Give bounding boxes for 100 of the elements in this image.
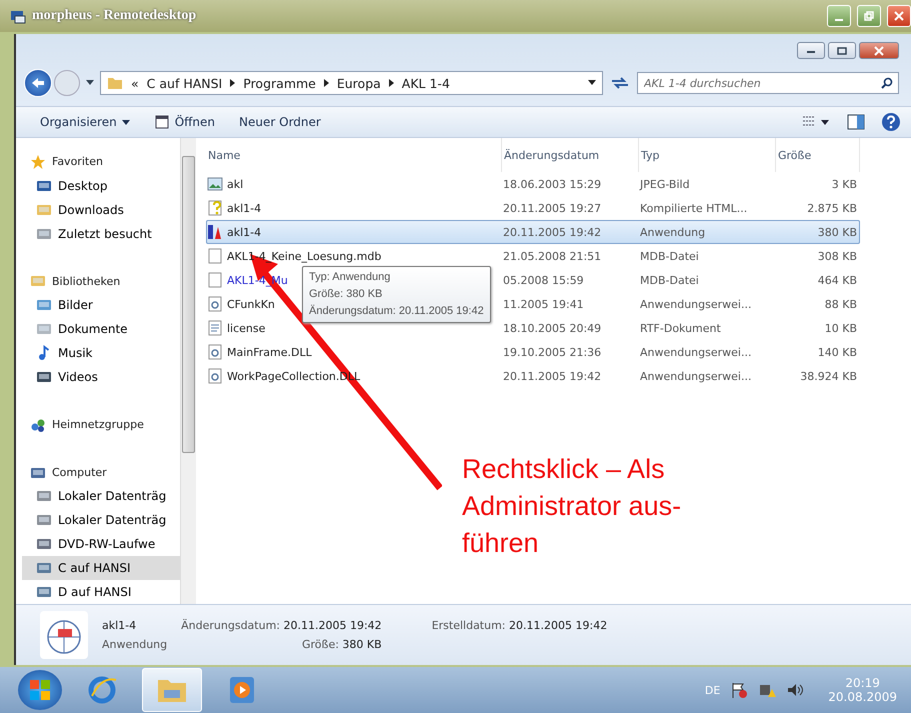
sidebar-group[interactable]: Favoriten bbox=[52, 155, 103, 168]
separator-arrow-icon[interactable] bbox=[388, 79, 394, 87]
type-cell-text: Anwendungserwei... bbox=[640, 298, 752, 310]
detail-name: akl1-4 bbox=[102, 619, 138, 632]
back-button[interactable] bbox=[24, 69, 52, 97]
maximize-button[interactable] bbox=[828, 42, 856, 59]
gear-file-icon bbox=[207, 344, 223, 360]
toolbar-button[interactable]: Neuer Ordner bbox=[235, 113, 325, 131]
type-cell-text: Kompilierte HTML... bbox=[640, 202, 748, 214]
play-icon bbox=[229, 676, 255, 704]
sidebar-item[interactable]: C auf HANSI bbox=[22, 556, 180, 580]
date-cell-text: 21.05.2008 21:51 bbox=[503, 250, 602, 262]
sidebar-item[interactable]: Lokaler Datenträg bbox=[22, 508, 180, 532]
note-icon bbox=[36, 345, 52, 362]
separator-arrow-icon[interactable] bbox=[324, 79, 329, 87]
globe-logo-icon bbox=[40, 611, 88, 659]
help-file-icon bbox=[207, 200, 223, 216]
type-cell-text: Anwendung bbox=[640, 226, 706, 238]
sidebar-item[interactable]: Musik bbox=[22, 341, 180, 366]
date-cell-text: 20.11.2005 19:27 bbox=[503, 202, 602, 214]
date-cell-text: 20.11.2005 19:42 bbox=[503, 226, 602, 238]
close-button[interactable] bbox=[859, 42, 899, 59]
caret-icon[interactable] bbox=[86, 80, 94, 86]
toolbar-button[interactable]: Öffnen bbox=[150, 112, 220, 132]
separator-arrow-icon[interactable] bbox=[230, 79, 236, 87]
column-header[interactable]: Größe bbox=[776, 138, 860, 172]
sidebar-item[interactable]: Lokaler Datenträg bbox=[22, 484, 180, 508]
date-cell-text: 18.10.2005 20:49 bbox=[503, 322, 602, 334]
restore-icon bbox=[864, 11, 874, 21]
blank-file-icon bbox=[207, 248, 223, 264]
size-cell-text: 38.924 KB bbox=[799, 370, 858, 382]
sidebar-item[interactable]: Zuletzt besucht bbox=[22, 222, 180, 246]
file-name: license bbox=[227, 322, 266, 334]
date-cell-text: 19.10.2005 21:36 bbox=[503, 346, 602, 358]
star-icon bbox=[30, 154, 46, 170]
taskbar-app[interactable] bbox=[142, 668, 202, 712]
sidebar-item[interactable]: Videos bbox=[22, 365, 180, 389]
column-header[interactable]: Änderungsdatum bbox=[502, 138, 639, 172]
toolbar-button[interactable]: Organisieren bbox=[36, 113, 134, 131]
detail-field: Änderungsdatum: 20.11.2005 19:42 bbox=[181, 619, 382, 632]
type-cell-text: Anwendungserwei... bbox=[640, 346, 752, 358]
sidebar-item[interactable]: Dokumente bbox=[22, 317, 180, 342]
detail-field: Erstelldatum: 20.11.2005 19:42 bbox=[432, 619, 608, 632]
address-bar[interactable]: « C auf HANSI Programme Europa AKL 1-4 bbox=[100, 71, 603, 95]
close-icon bbox=[894, 11, 904, 21]
maximize-icon bbox=[837, 46, 847, 54]
gear-file-icon bbox=[207, 368, 223, 384]
size-cell-text: 464 KB bbox=[816, 274, 858, 286]
size-cell-text: 308 KB bbox=[816, 250, 858, 262]
application-icon bbox=[207, 224, 223, 240]
search-icon[interactable] bbox=[881, 77, 893, 89]
preview-pane-icon[interactable] bbox=[847, 114, 865, 130]
date-cell-text: 11.2005 19:41 bbox=[503, 298, 585, 310]
breadcrumb[interactable]: AKL 1-4 bbox=[402, 76, 450, 90]
type-cell-text: MDB-Datei bbox=[640, 250, 700, 262]
date-cell-text: 20.11.2005 19:42 bbox=[503, 370, 602, 382]
remote-desktop-icon bbox=[10, 8, 26, 24]
overflow-chevron[interactable]: « bbox=[131, 76, 139, 90]
file-name: MainFrame.DLL bbox=[227, 346, 312, 358]
column-header[interactable]: Name bbox=[206, 138, 502, 172]
window-icon bbox=[154, 114, 170, 130]
column-header[interactable]: Typ bbox=[639, 138, 776, 172]
sidebar-item[interactable]: Desktop bbox=[22, 174, 180, 198]
blank-file-icon bbox=[207, 272, 223, 288]
file-name: akl1-4 bbox=[227, 202, 262, 214]
file-name: akl1-4 bbox=[227, 226, 262, 238]
detail-type: Anwendung bbox=[102, 638, 168, 651]
minimize-icon bbox=[835, 19, 843, 21]
scrollbar[interactable] bbox=[180, 138, 196, 604]
start-button[interactable] bbox=[18, 670, 62, 710]
breadcrumb[interactable]: C auf HANSI bbox=[146, 76, 222, 90]
type-cell-text: MDB-Datei bbox=[640, 274, 700, 286]
type-cell-text: Anwendungserwei... bbox=[640, 370, 752, 382]
breadcrumb[interactable]: Programme bbox=[243, 76, 316, 90]
tooltip-line: Größe: 380 KB bbox=[309, 287, 384, 302]
size-cell-text: 140 KB bbox=[816, 346, 858, 358]
sidebar-group[interactable]: Computer bbox=[52, 466, 107, 480]
size-cell-text: 3 KB bbox=[830, 178, 858, 190]
date-cell-text: 18.06.2003 15:29 bbox=[503, 178, 602, 190]
help-icon[interactable] bbox=[881, 112, 901, 132]
restore-button[interactable] bbox=[857, 5, 881, 27]
date-cell-text: 05.2008 15:59 bbox=[503, 274, 585, 286]
file-name: akl bbox=[227, 178, 244, 190]
tooltip-line: Änderungsdatum: 20.11.2005 19:42 bbox=[309, 304, 484, 319]
folder-icon bbox=[107, 75, 123, 91]
sidebar-item[interactable]: DVD-RW-Laufwe bbox=[22, 532, 180, 556]
sidebar-item[interactable]: Bilder bbox=[22, 293, 180, 318]
breadcrumb[interactable]: Europa bbox=[336, 76, 381, 90]
sidebar-item[interactable]: D auf HANSI bbox=[22, 580, 180, 604]
minimize-button[interactable] bbox=[797, 42, 825, 59]
size-cell-text: 88 KB bbox=[824, 298, 858, 310]
flag-icon[interactable] bbox=[730, 681, 748, 699]
close-icon bbox=[874, 46, 884, 56]
image-file-icon bbox=[207, 176, 223, 192]
sidebar-group[interactable]: Bibliotheken bbox=[52, 274, 120, 288]
detail-field: Größe: 380 KB bbox=[181, 638, 382, 651]
size-cell-text: 2.875 KB bbox=[806, 202, 858, 214]
sidebar-item[interactable]: Downloads bbox=[22, 198, 180, 222]
caret-icon[interactable] bbox=[588, 80, 596, 86]
sidebar-group[interactable]: Heimnetzgruppe bbox=[52, 418, 144, 432]
